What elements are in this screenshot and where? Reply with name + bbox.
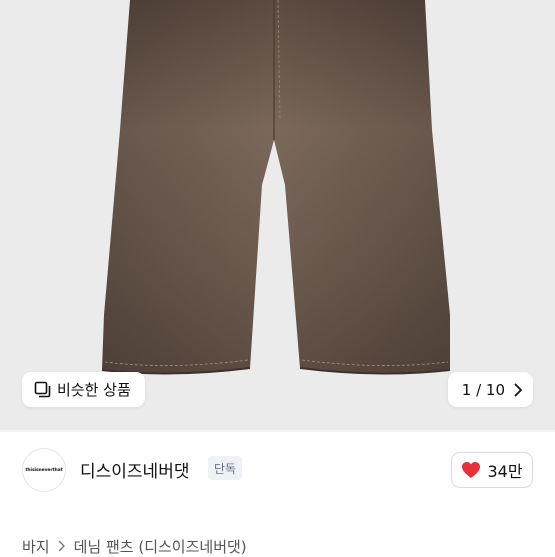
brand-name-link[interactable]: 디스이즈네버댓 (80, 457, 189, 482)
product-image-gallery[interactable]: 비슷한 상품 1 / 10 (0, 0, 555, 430)
brand-logo-text: thisisneverthat (25, 467, 63, 473)
product-image-pants (101, 0, 451, 375)
breadcrumb: 바지 데님 팬츠 (디스이즈네버댓) (22, 536, 247, 556)
chevron-right-icon (58, 540, 66, 552)
brand-row: thisisneverthat 디스이즈네버댓 단독 34만 (0, 432, 555, 510)
brand-logo[interactable]: thisisneverthat (22, 448, 66, 492)
gallery-counter: 1 / 10 (461, 380, 505, 399)
chevron-right-icon (514, 383, 522, 396)
heart-icon (462, 462, 481, 478)
breadcrumb-item-category[interactable]: 바지 (22, 536, 50, 557)
like-count: 34만 (487, 462, 523, 481)
similar-items-button[interactable]: 비슷한 상품 (22, 372, 145, 407)
breadcrumb-item-subcategory[interactable]: 데님 팬츠 (디스이즈네버댓) (74, 536, 247, 557)
exclusive-badge: 단독 (208, 456, 243, 480)
similar-items-icon (34, 381, 51, 398)
gallery-counter-button[interactable]: 1 / 10 (447, 372, 533, 407)
similar-items-label: 비슷한 상품 (57, 381, 131, 399)
like-button[interactable]: 34만 (451, 452, 533, 488)
